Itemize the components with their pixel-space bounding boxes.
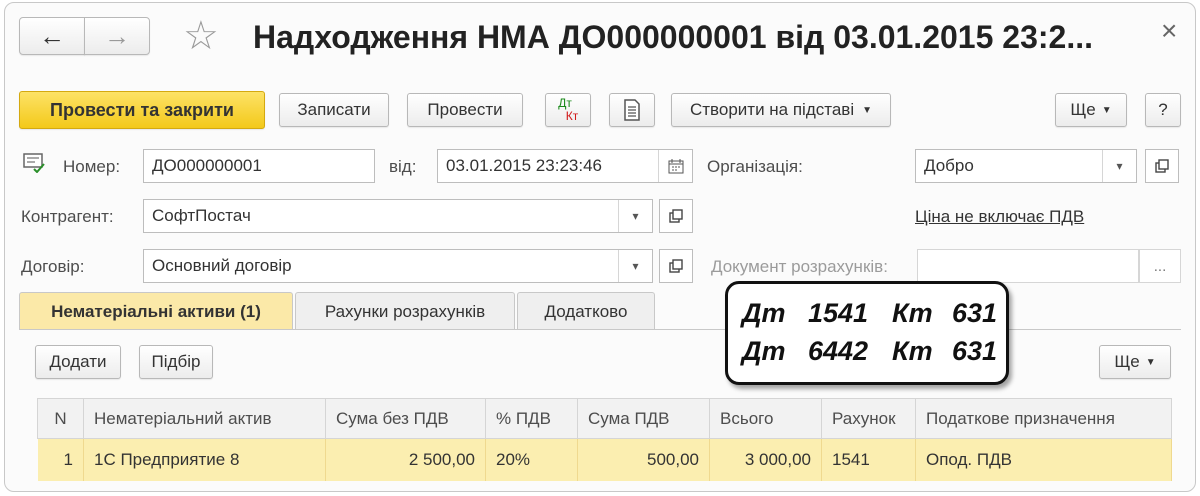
save-button[interactable]: Записати bbox=[279, 93, 389, 127]
contract-label: Договір: bbox=[21, 257, 85, 276]
add-button[interactable]: Додати bbox=[35, 345, 121, 379]
calendar-icon[interactable] bbox=[658, 150, 692, 182]
help-button[interactable]: ? bbox=[1145, 93, 1181, 127]
contractor-open-button[interactable] bbox=[659, 199, 693, 233]
vat-mode-link[interactable]: Ціна не включає ПДВ bbox=[915, 207, 1084, 227]
dropdown-icon[interactable]: ▾ bbox=[618, 250, 652, 282]
open-icon bbox=[669, 259, 683, 273]
posting-annotation: Дт 1541 Кт 631 Дт 6442 Кт 631 bbox=[725, 281, 1009, 385]
organization-field[interactable]: Добро ▾ bbox=[915, 149, 1137, 183]
caret-down-icon: ▼ bbox=[1145, 356, 1156, 368]
document-window: ← → ☆ Надходження НМА ДО000000001 від 03… bbox=[4, 2, 1196, 492]
asset-cell: 1С Предприятие 8 bbox=[83, 438, 326, 481]
contract-open-button[interactable] bbox=[659, 249, 693, 283]
more-button[interactable]: Ще ▼ bbox=[1055, 93, 1127, 127]
column-header[interactable]: N bbox=[37, 398, 84, 439]
settlement-doc-field[interactable] bbox=[917, 249, 1139, 283]
dt-kt-button[interactable]: Дт Кт bbox=[545, 93, 591, 127]
table-more-button[interactable]: Ще ▼ bbox=[1099, 345, 1171, 379]
forward-button[interactable]: → bbox=[84, 17, 150, 55]
print-document-button[interactable] bbox=[609, 93, 655, 127]
create-based-on-button[interactable]: Створити на підставі ▼ bbox=[671, 93, 891, 127]
settlement-doc-select-button[interactable]: ... bbox=[1139, 249, 1181, 283]
date-field[interactable]: 03.01.2015 23:23:46 bbox=[437, 149, 693, 183]
organization-open-button[interactable] bbox=[1145, 149, 1179, 183]
vat-rate-cell: 20% bbox=[485, 438, 578, 481]
intangible-assets-table: N Нематеріальний актив Сума без ПДВ % ПД… bbox=[37, 398, 1172, 481]
tab-additional[interactable]: Додатково bbox=[517, 292, 655, 330]
arrow-left-icon: ← bbox=[39, 20, 65, 51]
contractor-field[interactable]: СофтПостач ▾ bbox=[143, 199, 653, 233]
table-header-row: N Нематеріальний актив Сума без ПДВ % ПД… bbox=[37, 398, 1172, 439]
tax-purpose-cell: Опод. ПДВ bbox=[915, 438, 1172, 481]
open-icon bbox=[669, 209, 683, 223]
open-icon bbox=[1155, 159, 1169, 173]
amount-without-vat-cell: 2 500,00 bbox=[325, 438, 486, 481]
contract-field[interactable]: Основний договір ▾ bbox=[143, 249, 653, 283]
column-header[interactable]: Податкове призначення bbox=[915, 398, 1172, 439]
date-label: від: bbox=[389, 157, 417, 176]
dropdown-icon[interactable]: ▾ bbox=[1102, 150, 1136, 182]
contractor-label: Контрагент: bbox=[21, 207, 114, 226]
comment-icon[interactable] bbox=[23, 153, 45, 173]
pick-button[interactable]: Підбір bbox=[139, 345, 213, 379]
number-label: Номер: bbox=[63, 157, 121, 176]
document-icon bbox=[624, 99, 640, 121]
kt-label: Кт bbox=[565, 109, 579, 123]
close-icon[interactable]: × bbox=[1161, 17, 1177, 45]
tab-settlement-accounts[interactable]: Рахунки розрахунків bbox=[295, 292, 515, 330]
table-row[interactable]: 1 1С Предприятие 8 2 500,00 20% 500,00 3… bbox=[37, 438, 1172, 481]
column-header[interactable]: % ПДВ bbox=[485, 398, 578, 439]
post-button[interactable]: Провести bbox=[407, 93, 523, 127]
total-cell: 3 000,00 bbox=[709, 438, 822, 481]
account-cell: 1541 bbox=[821, 438, 916, 481]
settlement-doc-label: Документ розрахунків: bbox=[711, 257, 888, 276]
column-header[interactable]: Рахунок bbox=[821, 398, 916, 439]
tab-intangible-assets[interactable]: Нематеріальні активи (1) bbox=[19, 292, 293, 330]
row-number: 1 bbox=[37, 438, 84, 481]
caret-down-icon: ▼ bbox=[862, 104, 873, 116]
post-and-close-button[interactable]: Провести та закрити bbox=[19, 91, 265, 129]
number-field[interactable]: ДО000000001 bbox=[143, 149, 375, 183]
caret-down-icon: ▼ bbox=[1101, 104, 1112, 116]
favorite-star-icon[interactable]: ☆ bbox=[183, 13, 219, 59]
window-title: Надходження НМА ДО000000001 від 03.01.20… bbox=[253, 19, 1093, 55]
column-header[interactable]: Сума без ПДВ bbox=[325, 398, 486, 439]
vat-amount-cell: 500,00 bbox=[577, 438, 710, 481]
column-header[interactable]: Сума ПДВ bbox=[577, 398, 710, 439]
column-header[interactable]: Всього bbox=[709, 398, 822, 439]
organization-label: Організація: bbox=[707, 157, 803, 176]
column-header[interactable]: Нематеріальний актив bbox=[83, 398, 326, 439]
back-button[interactable]: ← bbox=[19, 17, 85, 55]
arrow-right-icon: → bbox=[104, 20, 130, 51]
dropdown-icon[interactable]: ▾ bbox=[618, 200, 652, 232]
